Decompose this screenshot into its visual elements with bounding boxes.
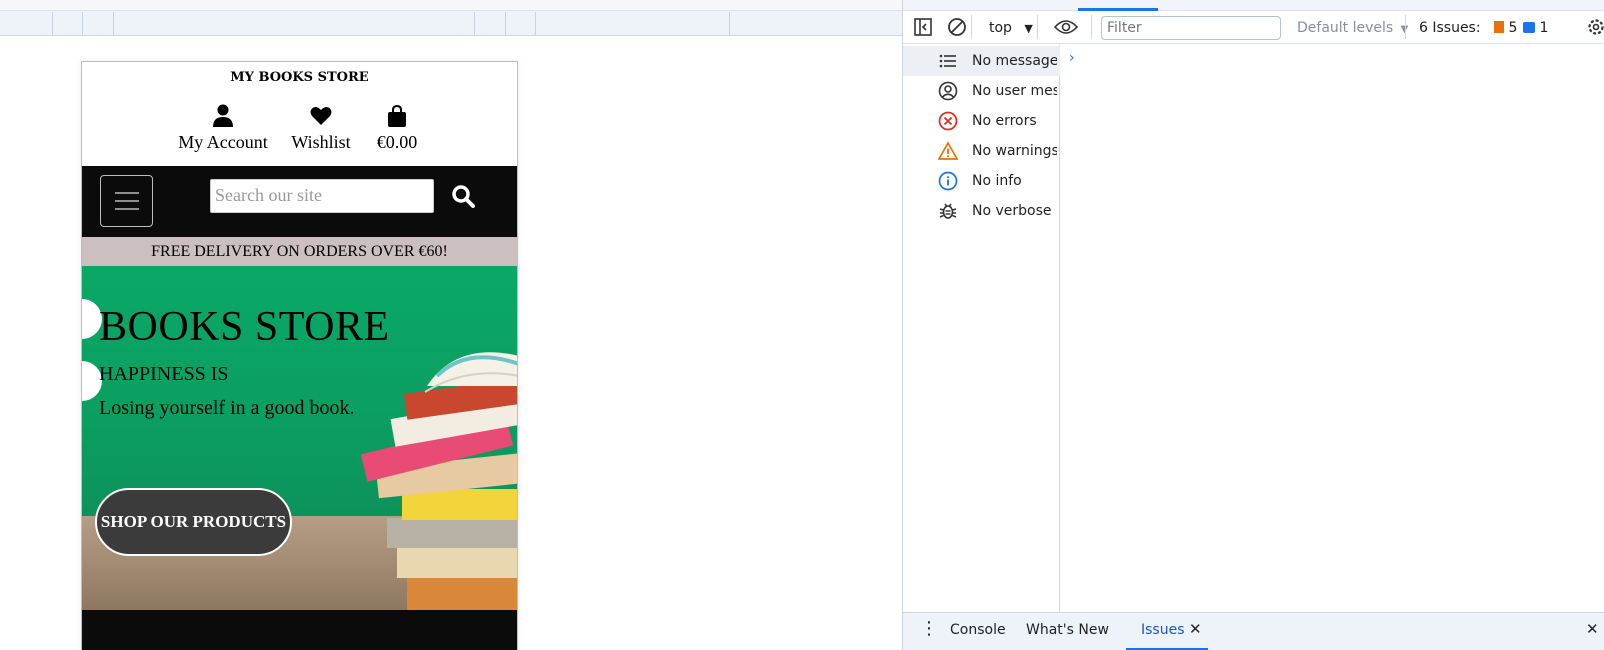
context-value: top	[989, 20, 1012, 36]
search-button[interactable]	[450, 183, 476, 209]
heart-icon	[285, 104, 357, 130]
my-account-label: My Account	[178, 132, 268, 152]
sidebar-item-label: No verbose	[972, 203, 1052, 219]
ruler-mark	[52, 12, 53, 36]
sidebar-item-verbose[interactable]: No verbose	[903, 196, 1060, 226]
toolbar-divider	[1405, 15, 1406, 39]
ruler-mark	[82, 12, 83, 36]
sidebar-item-errors[interactable]: No errors	[903, 106, 1060, 136]
log-levels-label: Default levels	[1297, 20, 1394, 36]
toolbar-divider	[1091, 15, 1092, 39]
issues-warning-badge[interactable]: 5	[1494, 20, 1517, 36]
menu-line	[115, 208, 139, 210]
console-filter-input[interactable]: Filter	[1101, 16, 1281, 40]
ruler-mark	[474, 12, 475, 36]
drawer-menu-icon[interactable]: ⋮	[920, 618, 938, 639]
console-toolbar: top ▼ Filter Default levels ▼ 6 Issues: …	[903, 11, 1604, 44]
issues-summary-label[interactable]: 6 Issues:	[1419, 20, 1481, 36]
store-name[interactable]: MY BOOKS STORE	[82, 70, 517, 85]
issues-warning-count: 5	[1508, 20, 1518, 36]
sidebar-item-user-messages[interactable]: No user messages	[903, 76, 1060, 106]
gear-icon	[1588, 19, 1604, 35]
console-settings-button[interactable]	[1586, 17, 1604, 41]
page-viewport: MY BOOKS STORE My Account Wishlist €0.00	[0, 36, 902, 650]
ruler-mark	[113, 12, 114, 36]
issues-info-badge[interactable]: 1	[1523, 20, 1548, 36]
close-tab-icon[interactable]: ✕	[1189, 620, 1202, 638]
clear-console-button[interactable]	[947, 17, 967, 41]
sidebar-item-label: No warnings	[972, 143, 1057, 159]
issues-info-count: 1	[1539, 20, 1549, 36]
tab-console[interactable]: Console	[950, 622, 1006, 638]
book-stack-image	[360, 352, 517, 610]
toolbar-divider	[971, 15, 972, 39]
account-row: My Account Wishlist €0.00	[82, 104, 517, 160]
sidebar-item-label: No user messages	[972, 83, 1057, 99]
hero-tagline: Losing yourself in a good book.	[99, 397, 355, 419]
sidebar-item-info[interactable]: No info	[903, 166, 1060, 196]
log-levels-dropdown[interactable]: Default levels ▼	[1297, 20, 1408, 36]
bug-icon	[939, 203, 957, 219]
sidebar-toggle-icon	[914, 18, 932, 36]
ruler-top-strip	[0, 0, 902, 11]
warning-flag-icon	[1494, 21, 1504, 33]
sidebar-item-label: No errors	[972, 113, 1037, 129]
info-icon	[938, 171, 958, 191]
user-icon	[173, 104, 273, 130]
main-navbar: Search our site	[82, 166, 517, 237]
toolbar-divider	[1037, 15, 1038, 39]
site-search-input[interactable]: Search our site	[210, 179, 434, 213]
console-sidebar: No messages No user messages No errors N…	[903, 45, 1060, 612]
shopping-bag-icon	[371, 104, 423, 130]
message-icon	[1523, 22, 1535, 33]
list-icon	[939, 54, 956, 68]
tab-issues[interactable]: Issues	[1141, 622, 1185, 638]
menu-line	[115, 192, 139, 194]
free-delivery-banner: FREE DELIVERY ON ORDERS OVER €60!	[82, 237, 517, 266]
hero-title: BOOKS STORE	[99, 304, 390, 350]
warning-icon	[938, 141, 958, 160]
hero-subtitle: HAPPINESS IS	[99, 363, 229, 385]
live-expression-button[interactable]	[1053, 19, 1079, 39]
sidebar-item-label: No messages	[972, 53, 1057, 69]
devtools-panel: top ▼ Filter Default levels ▼ 6 Issues: …	[902, 0, 1604, 650]
shop-products-button[interactable]: SHOP OUR PRODUCTS	[95, 488, 292, 556]
error-icon	[938, 111, 958, 131]
my-account-link[interactable]: My Account	[173, 104, 273, 153]
user-circle-icon	[938, 81, 958, 101]
sidebar-toggle-button[interactable]	[914, 18, 932, 40]
context-selector[interactable]: top ▼	[989, 20, 1033, 36]
search-icon	[452, 185, 475, 208]
devtools-drawer-tabs: ⋮ Console What's New Issues ✕ ✕	[903, 612, 1604, 650]
ruler-mark	[505, 12, 506, 36]
shopping-bag-link[interactable]: €0.00	[371, 104, 423, 153]
sidebar-item-label: No info	[972, 173, 1022, 189]
hero-banner: BOOKS STORE HAPPINESS IS Losing yourself…	[82, 266, 517, 610]
menu-line	[115, 200, 139, 202]
ruler-mark	[729, 12, 730, 36]
bag-total: €0.00	[376, 132, 418, 152]
sidebar-item-warnings[interactable]: No warnings	[903, 136, 1060, 166]
devtools-tab-strip	[903, 0, 1604, 11]
eye-icon	[1053, 20, 1079, 34]
block-icon	[948, 18, 966, 36]
mobile-site-preview: MY BOOKS STORE My Account Wishlist €0.00	[81, 61, 518, 650]
hamburger-menu-button[interactable]	[100, 175, 153, 227]
ruler-mark	[535, 12, 536, 36]
footer-strip	[82, 610, 517, 650]
tab-whats-new[interactable]: What's New	[1026, 622, 1109, 638]
wishlist-label: Wishlist	[291, 132, 351, 152]
device-ruler	[0, 0, 902, 36]
close-drawer-icon[interactable]: ✕	[1586, 620, 1599, 638]
sidebar-item-messages[interactable]: No messages	[903, 46, 1060, 76]
wishlist-link[interactable]: Wishlist	[285, 104, 357, 153]
chevron-down-icon: ▼	[1024, 22, 1033, 35]
console-prompt-chevron-icon[interactable]: ›	[1069, 50, 1075, 66]
